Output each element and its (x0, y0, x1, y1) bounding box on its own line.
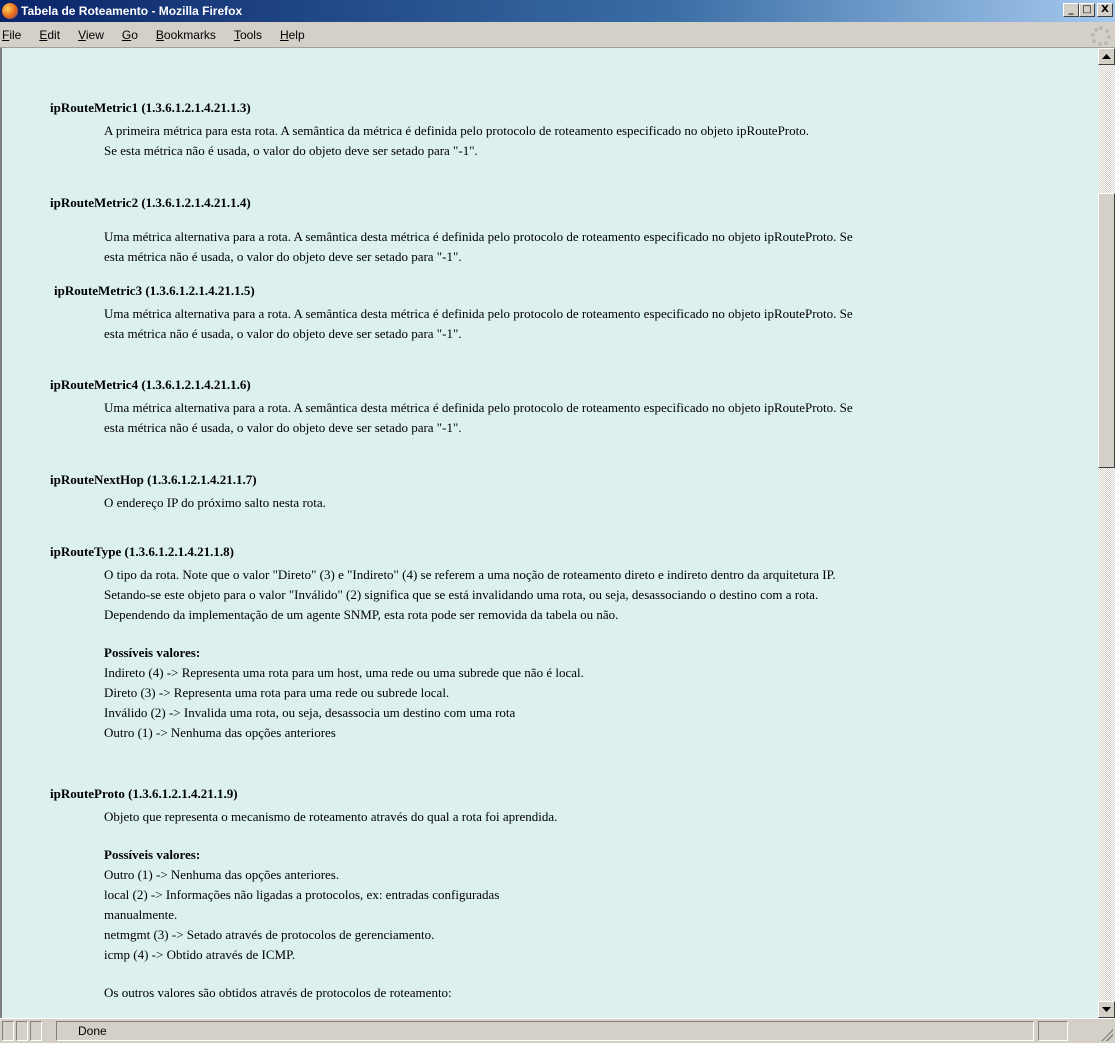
firefox-icon (2, 3, 18, 19)
status-text: Done (78, 1024, 107, 1038)
scroll-up-button[interactable] (1098, 48, 1115, 65)
arrow-down-icon (1102, 1006, 1111, 1012)
menu-file[interactable]: File (0, 28, 30, 42)
entry-title: ipRouteMetric3 (1.3.6.1.2.1.4.21.1.5) (54, 283, 255, 298)
maximize-button[interactable]: □ (1079, 3, 1095, 17)
extra-note: Os outros valores são obtidos através de… (104, 985, 452, 1000)
status-cell (16, 1021, 28, 1041)
entry-ipRouteMetric1: ipRouteMetric1 (1.3.6.1.2.1.4.21.1.3) A … (50, 100, 1098, 161)
entry-description: A primeira métrica para esta rota. A sem… (104, 123, 809, 158)
entry-ipRouteMetric3: ipRouteMetric3 (1.3.6.1.2.1.4.21.1.5) Um… (54, 283, 1098, 344)
values-title: Possíveis valores: (104, 645, 201, 660)
menu-help[interactable]: Help (271, 28, 314, 42)
status-text-panel (56, 1021, 1034, 1041)
entry-description: O tipo da rota. Note que o valor "Direto… (104, 567, 836, 622)
vertical-scrollbar[interactable] (1098, 48, 1115, 1018)
entry-description: O endereço IP do próximo salto nesta rot… (104, 495, 326, 510)
entry-title: ipRouteMetric4 (1.3.6.1.2.1.4.21.1.6) (50, 377, 251, 392)
entry-ipRouteNextHop: ipRouteNextHop (1.3.6.1.2.1.4.21.1.7) O … (50, 472, 1098, 513)
menu-edit[interactable]: Edit (30, 28, 69, 42)
status-cell (30, 1021, 42, 1041)
status-bar: Done (0, 1018, 1115, 1043)
entry-title: ipRouteMetric1 (1.3.6.1.2.1.4.21.1.3) (50, 100, 251, 115)
scrollbar-thumb[interactable] (1098, 193, 1115, 468)
possible-values: Possíveis valores: Indireto (4) -> Repre… (104, 643, 1098, 743)
page-viewport[interactable]: ipRouteMetric1 (1.3.6.1.2.1.4.21.1.3) A … (0, 48, 1098, 1018)
entry-title: ipRouteType (1.3.6.1.2.1.4.21.1.8) (50, 544, 234, 559)
arrow-up-icon (1102, 53, 1111, 59)
menu-bar: File Edit View Go Bookmarks Tools Help (0, 22, 1115, 48)
entry-description: Uma métrica alternativa para a rota. A s… (104, 229, 853, 264)
menu-view[interactable]: View (69, 28, 113, 42)
values-title: Possíveis valores: (104, 847, 201, 862)
status-cell (1038, 1021, 1068, 1041)
close-button[interactable]: X (1097, 3, 1113, 17)
entry-ipRouteMetric2: ipRouteMetric2 (1.3.6.1.2.1.4.21.1.4) Um… (50, 195, 1098, 267)
entry-ipRouteProto: ipRouteProto (1.3.6.1.2.1.4.21.1.9) Obje… (50, 786, 1098, 1003)
menu-tools[interactable]: Tools (225, 28, 271, 42)
entry-description: Objeto que representa o mecanismo de rot… (104, 809, 558, 824)
entry-description: Uma métrica alternativa para a rota. A s… (104, 400, 853, 435)
scroll-down-button[interactable] (1098, 1001, 1115, 1018)
resize-grip-icon[interactable] (1101, 1029, 1113, 1041)
entry-ipRouteType: ipRouteType (1.3.6.1.2.1.4.21.1.8) O tip… (50, 544, 1098, 743)
entry-ipRouteMetric4: ipRouteMetric4 (1.3.6.1.2.1.4.21.1.6) Um… (50, 377, 1098, 438)
possible-values: Possíveis valores: Outro (1) -> Nenhuma … (104, 845, 1098, 965)
window-title: Tabela de Roteamento - Mozilla Firefox (21, 4, 243, 18)
entry-title: ipRouteMetric2 (1.3.6.1.2.1.4.21.1.4) (50, 195, 251, 210)
entry-description: Uma métrica alternativa para a rota. A s… (104, 306, 853, 341)
window-controls: _ □ X (1063, 3, 1113, 17)
entry-title: ipRouteNextHop (1.3.6.1.2.1.4.21.1.7) (50, 472, 257, 487)
title-bar: Tabela de Roteamento - Mozilla Firefox _… (0, 0, 1115, 22)
status-cell (2, 1021, 14, 1041)
entry-title: ipRouteProto (1.3.6.1.2.1.4.21.1.9) (50, 786, 238, 801)
menu-go[interactable]: Go (113, 28, 147, 42)
throbber-icon (1091, 26, 1111, 46)
minimize-button[interactable]: _ (1063, 3, 1079, 17)
menu-bookmarks[interactable]: Bookmarks (147, 28, 225, 42)
